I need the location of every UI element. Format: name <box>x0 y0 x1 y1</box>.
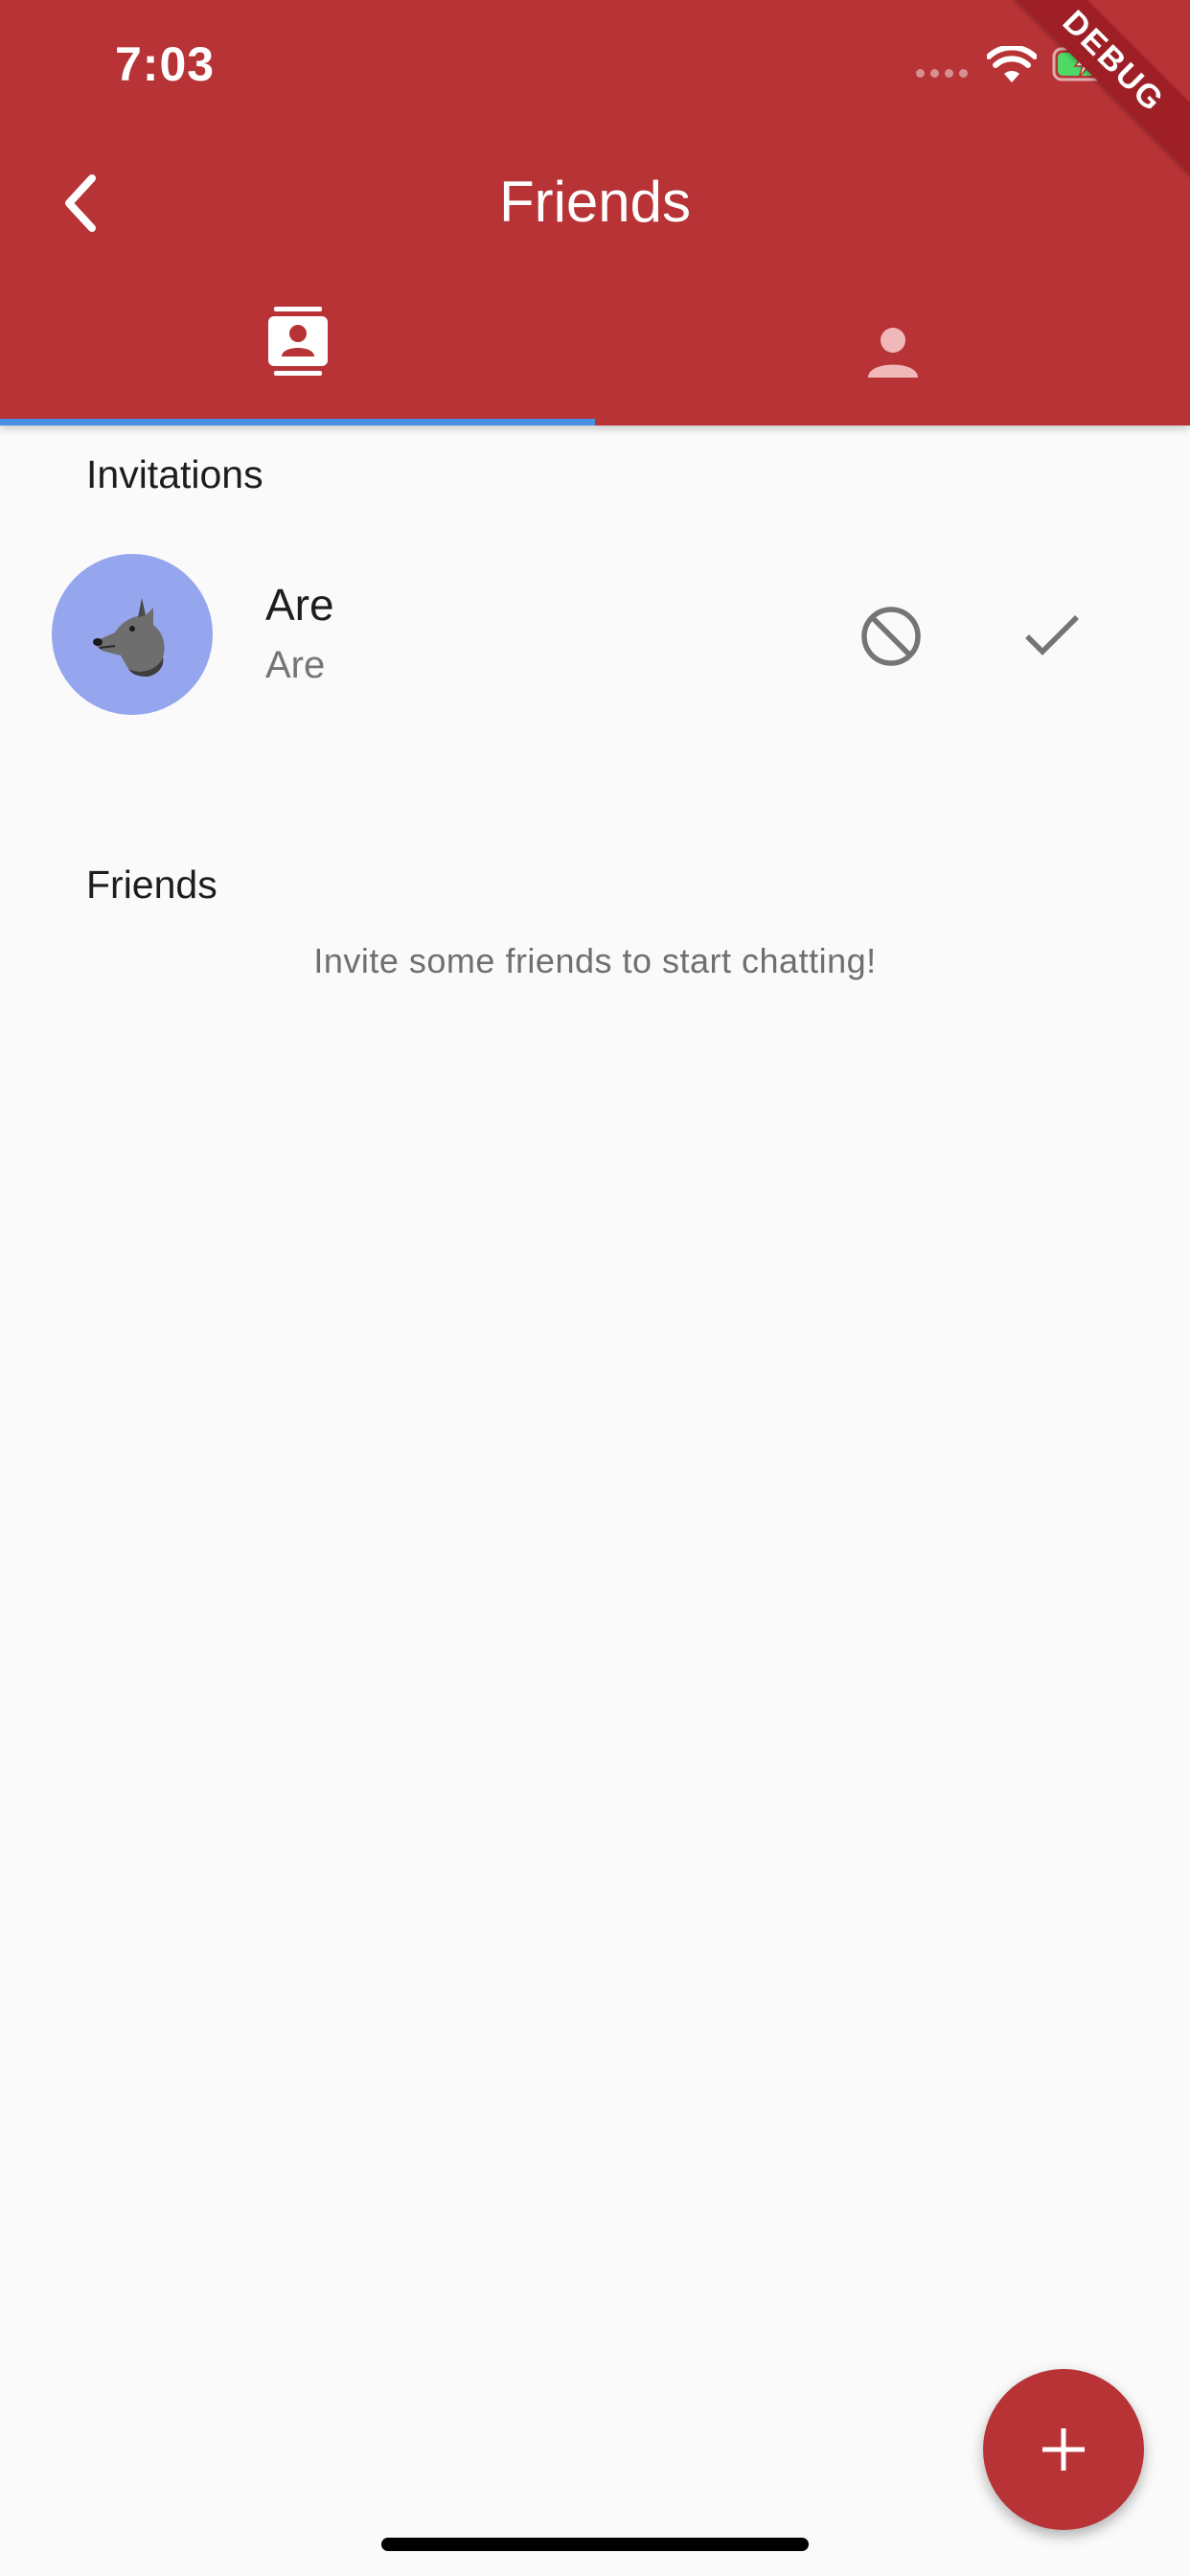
invitation-subtitle: Are <box>265 644 326 686</box>
add-friend-button[interactable] <box>983 2369 1144 2530</box>
decline-invitation-button[interactable] <box>853 598 929 675</box>
person-icon <box>867 328 918 378</box>
tab-indicator <box>0 419 595 426</box>
cellular-signal-icon <box>916 69 968 78</box>
debug-banner: DEBUG <box>994 0 1190 181</box>
wolf-icon <box>93 598 165 677</box>
check-icon <box>1025 615 1079 656</box>
app-bar: 7:03 DEBUG Friends <box>0 0 1190 426</box>
status-time: 7:03 <box>115 37 216 91</box>
page-title: Friends <box>498 170 692 234</box>
block-icon <box>861 607 921 666</box>
contacts-icon <box>267 307 328 376</box>
friends-screen: 7:03 DEBUG Friends Invitations Are Are F… <box>0 0 1190 2576</box>
wifi-icon <box>987 46 1037 82</box>
friends-header: Friends <box>86 862 217 907</box>
home-indicator <box>381 2538 809 2551</box>
avatar <box>52 554 213 715</box>
invitation-name: Are <box>265 580 334 630</box>
tab-person[interactable] <box>595 307 1190 426</box>
invitation-list-item: Are Are <box>0 537 1190 728</box>
invitations-header: Invitations <box>86 452 263 496</box>
tab-contacts[interactable] <box>0 307 595 426</box>
accept-invitation-button[interactable] <box>1014 598 1090 675</box>
empty-friends-message: Invite some friends to start chatting! <box>313 941 877 980</box>
plus-icon <box>1042 2428 1085 2471</box>
